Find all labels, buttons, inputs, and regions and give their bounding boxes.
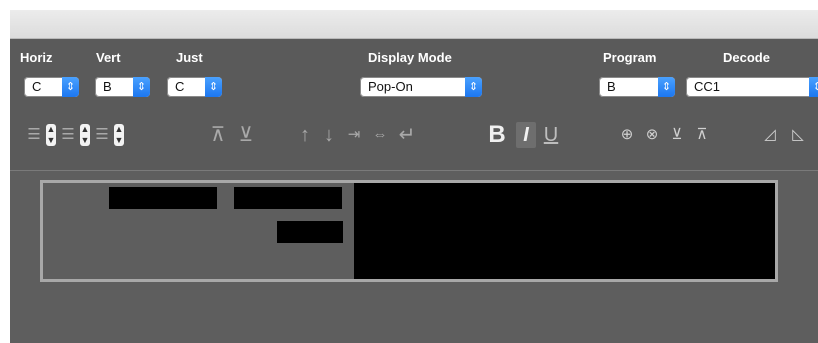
italic-button[interactable]: I	[516, 122, 536, 148]
decode-label: Decode	[723, 50, 770, 65]
arrow-down-icon[interactable]: ↓	[318, 122, 340, 148]
chevron-updown-icon: ⇕	[62, 77, 79, 97]
program-label: Program	[603, 50, 657, 65]
display-mode-label: Display Mode	[368, 50, 452, 65]
align-right-icon[interactable]: ☰	[92, 122, 112, 148]
indent-left-icon[interactable]: ⇥	[342, 122, 366, 148]
horiz-label: Horiz	[20, 50, 53, 65]
underline-button[interactable]: U	[540, 122, 562, 148]
chevron-updown-icon: ⇕	[465, 77, 482, 97]
align-left-stepper[interactable]: ▲ ▼	[46, 124, 56, 146]
chevron-updown-icon: ⇕	[658, 77, 675, 97]
just-label: Just	[176, 50, 203, 65]
decode-popup[interactable]: CC1 ⇕	[686, 77, 818, 97]
bottom-align-icon[interactable]: ⊻	[234, 122, 258, 148]
align-center-icon[interactable]: ☰	[58, 122, 78, 148]
just-value: C	[175, 79, 185, 94]
chevron-updown-icon: ⇕	[133, 77, 150, 97]
triangle-right-icon[interactable]: ◺	[786, 122, 810, 148]
chevron-updown-icon: ⇕	[205, 77, 222, 97]
caption-editor-window: Horiz Vert Just Display Mode Program Dec…	[10, 10, 818, 343]
remove-circle-icon[interactable]: ⊗	[641, 122, 663, 148]
horiz-popup[interactable]: C ⇕	[24, 77, 79, 97]
align-right-stepper[interactable]: ▲ ▼	[114, 124, 124, 146]
add-circle-icon[interactable]: ⊕	[616, 122, 638, 148]
caption-frame	[40, 180, 778, 282]
vert-popup[interactable]: B ⇕	[95, 77, 150, 97]
horiz-value: C	[32, 79, 42, 94]
vert-value: B	[103, 79, 112, 94]
caption-block[interactable]	[354, 183, 775, 279]
bold-button[interactable]: B	[484, 122, 510, 148]
caption-block[interactable]	[109, 187, 217, 209]
decode-value: CC1	[694, 79, 721, 94]
indent-center-icon[interactable]: ⇔	[368, 122, 392, 148]
move-down-icon[interactable]: ⊻	[666, 122, 688, 148]
return-icon[interactable]: ↵	[394, 122, 420, 148]
caption-block[interactable]	[234, 187, 342, 209]
align-left-icon[interactable]: ☰	[24, 122, 44, 148]
caption-block[interactable]	[277, 221, 343, 243]
vert-label: Vert	[96, 50, 121, 65]
display-mode-popup[interactable]: Pop-On ⇕	[360, 77, 482, 97]
triangle-left-icon[interactable]: ◿	[758, 122, 782, 148]
program-value: B	[607, 79, 616, 94]
arrow-up-icon[interactable]: ↑	[294, 122, 316, 148]
align-center-stepper[interactable]: ▲ ▼	[80, 124, 90, 146]
window-titlebar[interactable]	[10, 10, 818, 39]
just-popup[interactable]: C ⇕	[167, 77, 222, 97]
move-up-icon[interactable]: ⊼	[691, 122, 713, 148]
display-mode-value: Pop-On	[368, 79, 413, 94]
chevron-updown-icon: ⇕	[809, 77, 818, 97]
program-popup[interactable]: B ⇕	[599, 77, 675, 97]
top-align-icon[interactable]: ⊼	[206, 122, 230, 148]
